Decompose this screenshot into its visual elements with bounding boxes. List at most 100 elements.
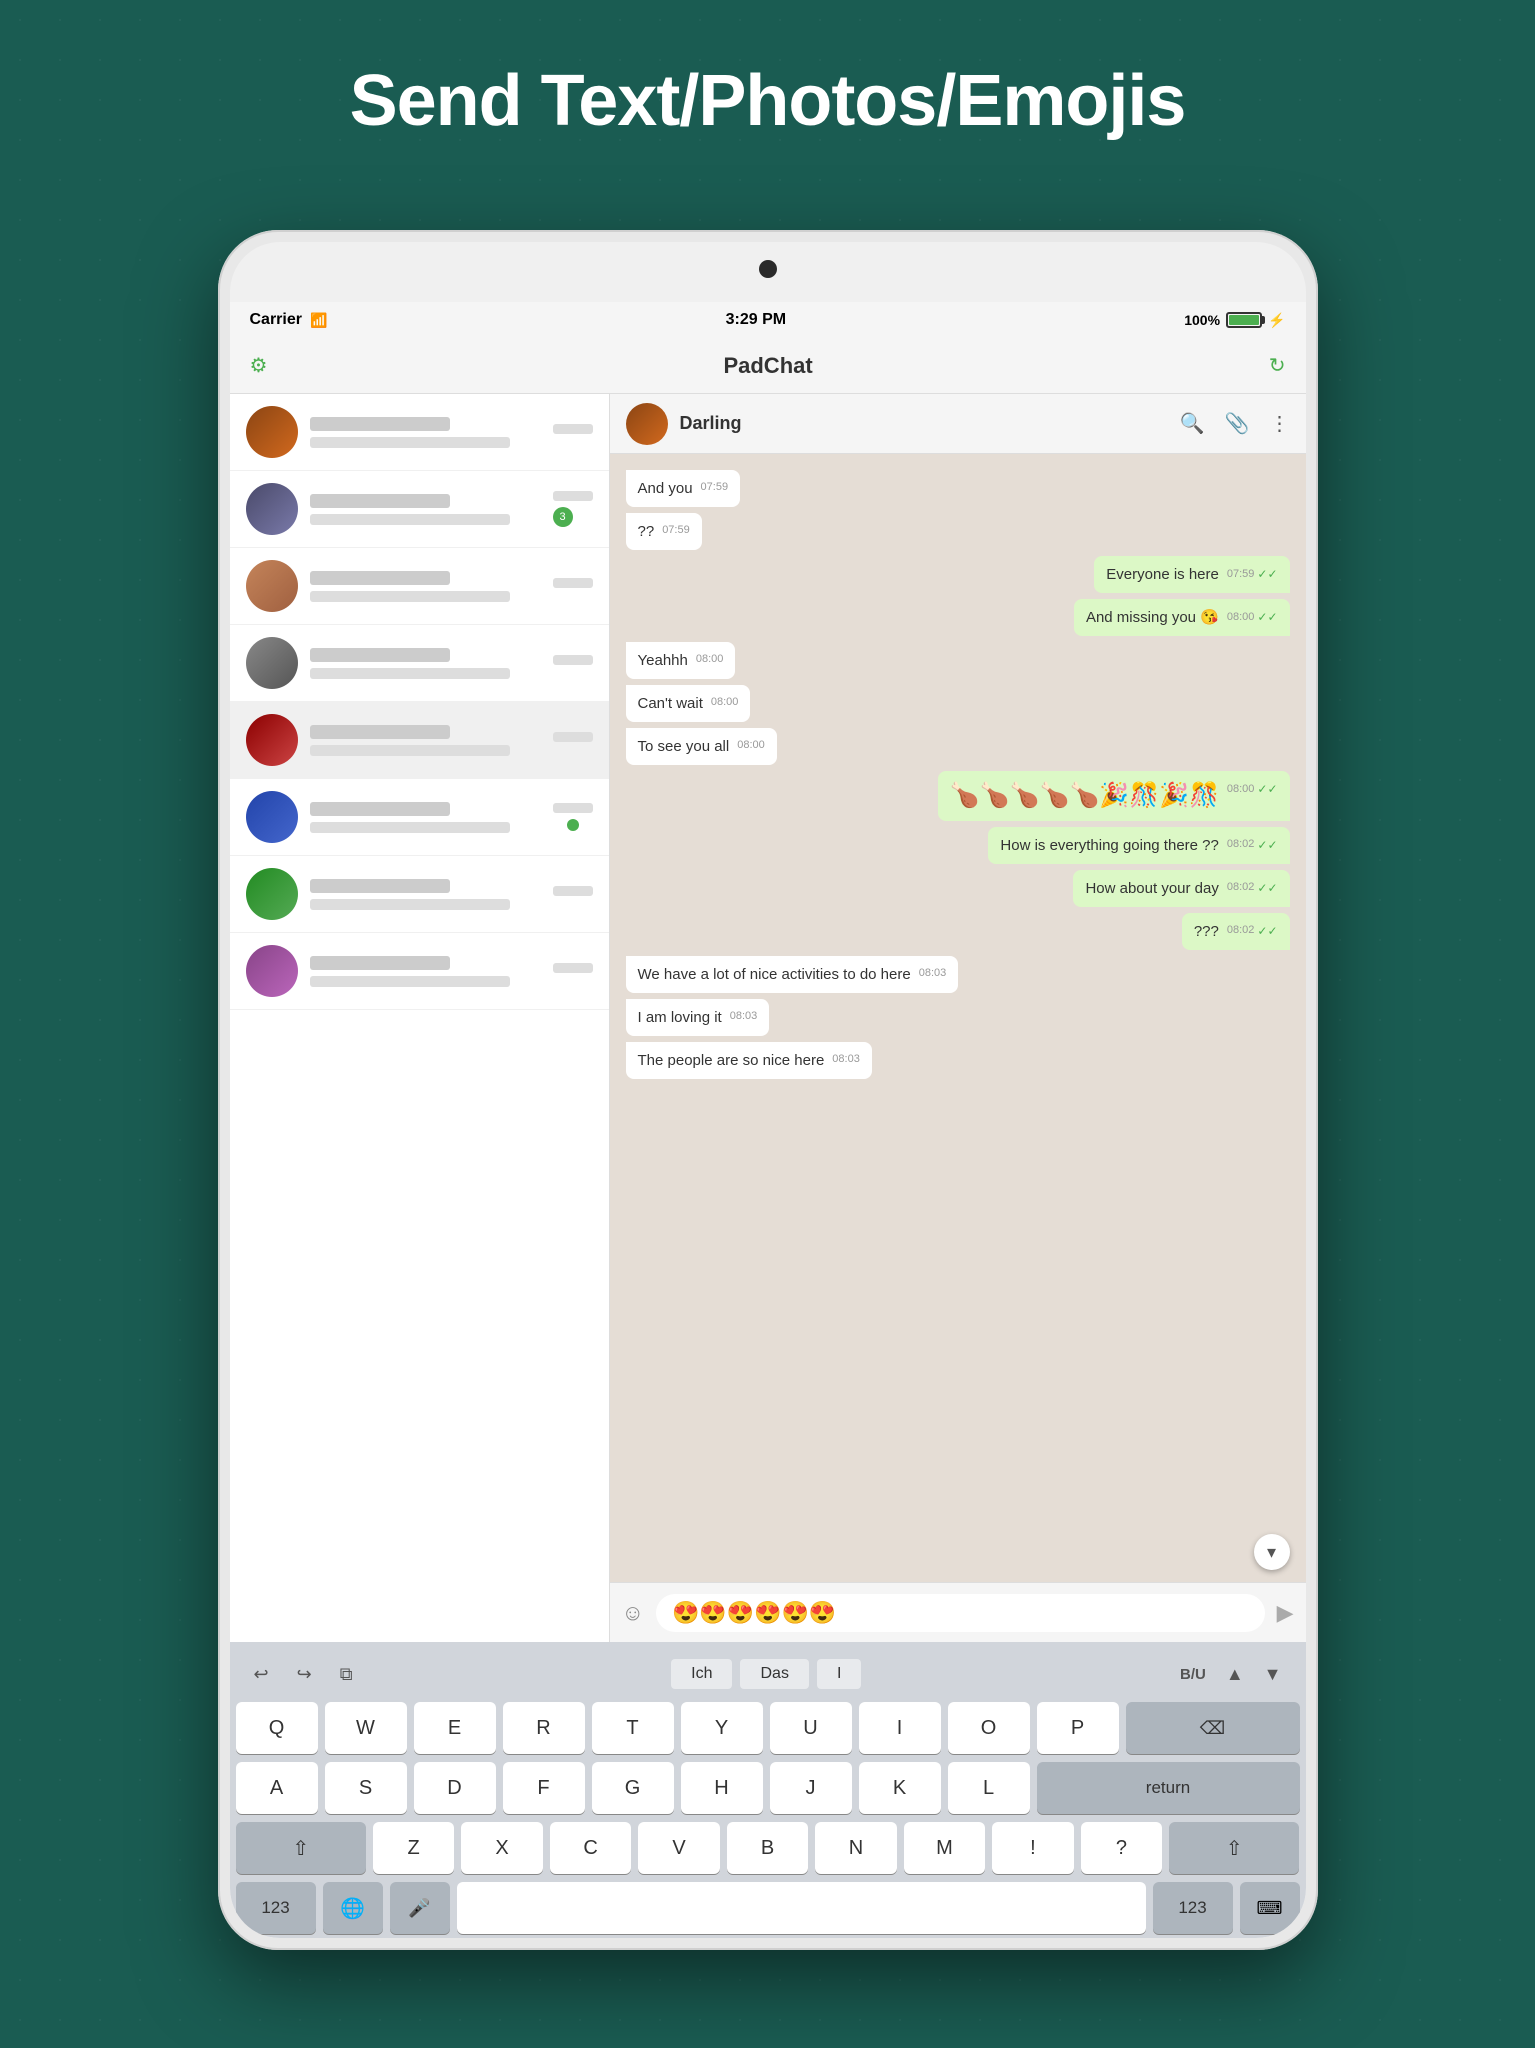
message-text: How is everything going there ?? — [1000, 837, 1218, 854]
suggestion-ich[interactable]: Ich — [671, 1659, 732, 1689]
emoji-button[interactable]: ☺ — [622, 1600, 644, 1626]
key-d[interactable]: D — [414, 1762, 496, 1814]
list-item[interactable] — [230, 933, 609, 1010]
message-text: And missing you 😘 — [1086, 609, 1219, 626]
more-icon[interactable]: ⋮ — [1270, 411, 1290, 436]
key-n[interactable]: N — [815, 1822, 896, 1874]
list-item[interactable]: 3 — [230, 471, 609, 548]
key-l[interactable]: L — [948, 1762, 1030, 1814]
key-h[interactable]: H — [681, 1762, 763, 1814]
key-delete[interactable]: ⌫ — [1126, 1702, 1300, 1754]
message-bubble: 🍗🍗🍗🍗🍗🎉🎊🎉🎊 08:00 ✓✓ — [938, 771, 1290, 821]
key-123-left[interactable]: 123 — [236, 1882, 316, 1934]
message-text: The people are so nice here — [638, 1052, 825, 1069]
message-row: How about your day 08:02 ✓✓ — [626, 870, 1290, 907]
key-o[interactable]: O — [948, 1702, 1030, 1754]
key-i[interactable]: I — [859, 1702, 941, 1754]
search-icon[interactable]: 🔍 — [1180, 411, 1205, 436]
list-item[interactable] — [230, 548, 609, 625]
redo-button[interactable]: ↪ — [291, 1660, 318, 1689]
key-r[interactable]: R — [503, 1702, 585, 1754]
message-bubble: How about your day 08:02 ✓✓ — [1073, 870, 1289, 907]
key-g[interactable]: G — [592, 1762, 674, 1814]
input-area: ☺ ▶ — [610, 1582, 1306, 1642]
list-item[interactable] — [230, 779, 609, 856]
message-bubble: We have a lot of nice activities to do h… — [626, 956, 959, 993]
send-button[interactable]: ▶ — [1277, 1600, 1294, 1626]
attach-icon[interactable]: 📎 — [1225, 411, 1250, 436]
key-space[interactable] — [457, 1882, 1146, 1934]
key-p[interactable]: P — [1037, 1702, 1119, 1754]
key-return[interactable]: return — [1037, 1762, 1300, 1814]
list-item[interactable] — [230, 856, 609, 933]
key-shift-right[interactable]: ⇧ — [1169, 1822, 1299, 1874]
key-z[interactable]: Z — [373, 1822, 454, 1874]
list-item[interactable] — [230, 625, 609, 702]
key-q[interactable]: Q — [236, 1702, 318, 1754]
message-text: Yeahhh — [638, 652, 688, 669]
settings-icon[interactable]: ⚙ — [250, 353, 268, 378]
message-input[interactable] — [656, 1594, 1265, 1632]
key-t[interactable]: T — [592, 1702, 674, 1754]
suggestion-i[interactable]: I — [817, 1659, 861, 1689]
message-row: How is everything going there ?? 08:02 ✓… — [626, 827, 1290, 864]
key-b[interactable]: B — [727, 1822, 808, 1874]
message-row: ?? 07:59 — [626, 513, 1290, 550]
key-exclaim[interactable]: ! — [992, 1822, 1073, 1874]
key-shift-left[interactable]: ⇧ — [236, 1822, 366, 1874]
message-text: Everyone is here — [1106, 566, 1219, 583]
key-emoji[interactable]: 🌐 — [323, 1882, 383, 1934]
key-f[interactable]: F — [503, 1762, 585, 1814]
keyboard: ↩ ↪ ⧉ Ich Das I B/U ▲ ▼ — [230, 1642, 1306, 1938]
key-u[interactable]: U — [770, 1702, 852, 1754]
message-text: Can't wait — [638, 695, 703, 712]
avatar — [246, 868, 298, 920]
copy-button[interactable]: ⧉ — [334, 1660, 359, 1689]
key-a[interactable]: A — [236, 1762, 318, 1814]
message-text: I am loving it — [638, 1009, 722, 1026]
refresh-icon[interactable]: ↻ — [1269, 353, 1286, 378]
message-text: ??? — [1194, 923, 1219, 940]
key-m[interactable]: M — [904, 1822, 985, 1874]
key-123-right[interactable]: 123 — [1153, 1882, 1233, 1934]
avatar — [246, 791, 298, 843]
list-item[interactable] — [230, 702, 609, 779]
key-j[interactable]: J — [770, 1762, 852, 1814]
undo-button[interactable]: ↩ — [248, 1660, 275, 1689]
key-w[interactable]: W — [325, 1702, 407, 1754]
key-c[interactable]: C — [550, 1822, 631, 1874]
bolt-icon: ⚡ — [1268, 312, 1285, 329]
message-bubble: ??? 08:02 ✓✓ — [1182, 913, 1290, 950]
message-row: To see you all 08:00 — [626, 728, 1290, 765]
key-e[interactable]: E — [414, 1702, 496, 1754]
ipad-frame: Carrier 📶 3:29 PM 100% ⚡ ⚙ PadChat ↻ — [218, 230, 1318, 1950]
scroll-down-button[interactable]: ▾ — [1254, 1534, 1290, 1570]
suggestion-das[interactable]: Das — [740, 1659, 808, 1689]
key-s[interactable]: S — [325, 1762, 407, 1814]
message-bubble: And you 07:59 — [626, 470, 741, 507]
key-x[interactable]: X — [461, 1822, 542, 1874]
sidebar: 3 — [230, 394, 610, 1642]
key-mic[interactable]: 🎤 — [390, 1882, 450, 1934]
avatar — [246, 560, 298, 612]
message-row: 🍗🍗🍗🍗🍗🎉🎊🎉🎊 08:00 ✓✓ — [626, 771, 1290, 821]
message-bubble: ?? 07:59 — [626, 513, 702, 550]
bold-button[interactable]: B/U — [1174, 1662, 1212, 1687]
avatar — [246, 637, 298, 689]
page-title: Send Text/Photos/Emojis — [0, 60, 1535, 142]
message-row: Everyone is here 07:59 ✓✓ — [626, 556, 1290, 593]
key-k[interactable]: K — [859, 1762, 941, 1814]
avatar — [246, 406, 298, 458]
key-question[interactable]: ? — [1081, 1822, 1162, 1874]
arrow-down-button[interactable]: ▼ — [1258, 1660, 1288, 1689]
arrow-up-button[interactable]: ▲ — [1220, 1660, 1250, 1689]
message-bubble: And missing you 😘 08:00 ✓✓ — [1074, 599, 1290, 636]
message-text: And you — [638, 480, 693, 497]
key-y[interactable]: Y — [681, 1702, 763, 1754]
chat-header: Darling 🔍 📎 ⋮ — [610, 394, 1306, 454]
key-keyboard[interactable]: ⌨ — [1240, 1882, 1300, 1934]
message-bubble: The people are so nice here 08:03 — [626, 1042, 872, 1079]
app-header: ⚙ PadChat ↻ — [230, 338, 1306, 394]
key-v[interactable]: V — [638, 1822, 719, 1874]
list-item[interactable] — [230, 394, 609, 471]
